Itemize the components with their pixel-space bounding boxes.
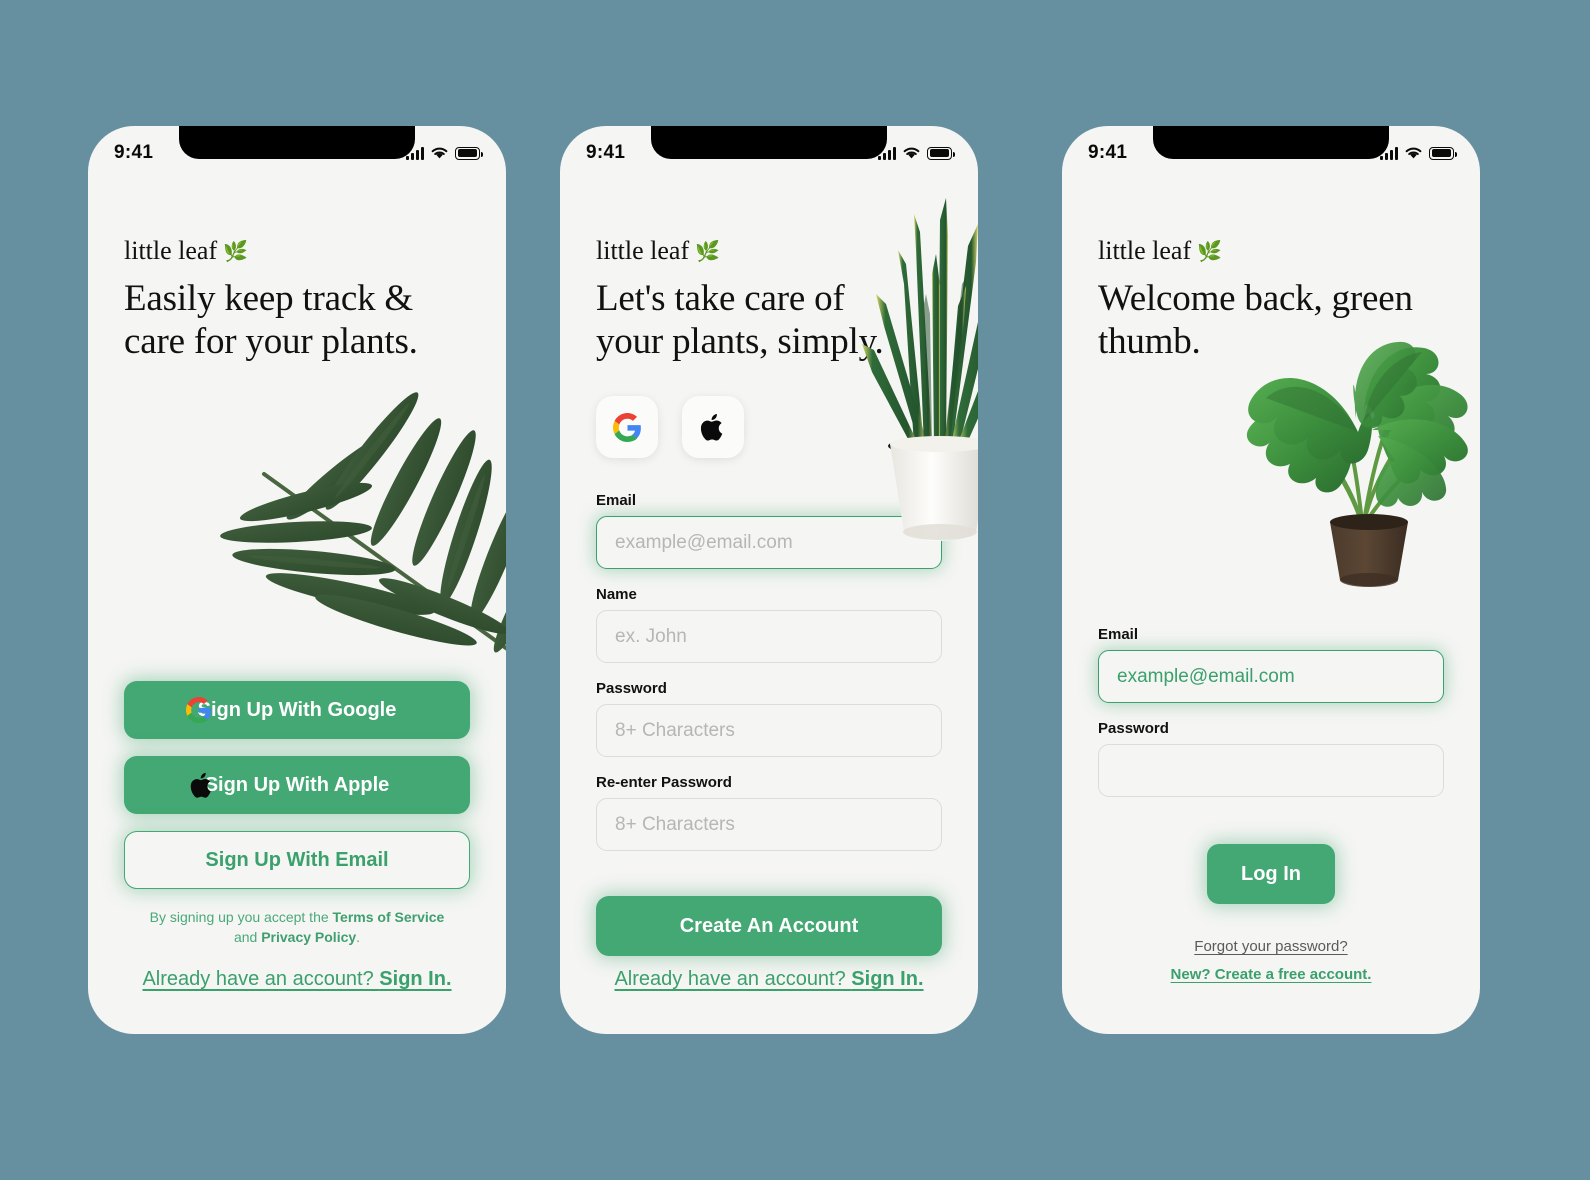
terms-notice: By signing up you accept the Terms of Se… bbox=[148, 908, 446, 948]
phone-signup-landing: 9:41 little leaf 🌿 Easily keep track & c… bbox=[88, 126, 506, 1034]
create-account-button[interactable]: Create An Account bbox=[596, 896, 942, 956]
brand-logo: little leaf 🌿 bbox=[1098, 236, 1222, 266]
reenter-password-label: Re-enter Password bbox=[596, 774, 732, 791]
status-time: 9:41 bbox=[114, 142, 154, 163]
sign-up-apple-label: Sign Up With Apple bbox=[204, 773, 390, 796]
forgot-password-link[interactable]: Forgot your password? bbox=[1098, 938, 1444, 955]
password-label: Password bbox=[1098, 720, 1169, 737]
terms-conjunction: and bbox=[233, 928, 262, 945]
reenter-password-input[interactable]: 8+ Characters bbox=[596, 798, 942, 851]
password-input[interactable] bbox=[1098, 744, 1444, 797]
wifi-icon bbox=[1405, 147, 1422, 159]
name-label: Name bbox=[596, 586, 637, 603]
sign-in-footer-text: Already have an account? bbox=[614, 968, 852, 990]
privacy-policy-link[interactable]: Privacy Policy bbox=[261, 929, 356, 945]
apple-icon bbox=[190, 771, 215, 800]
status-bar: 9:41 bbox=[560, 126, 978, 172]
page-title: Easily keep track & care for your plants… bbox=[124, 278, 418, 362]
status-time: 9:41 bbox=[586, 142, 626, 163]
email-label: Email bbox=[596, 492, 637, 509]
signup-form: Email example@email.com Name ex. John Pa… bbox=[596, 492, 942, 868]
leaf-icon: 🌿 bbox=[695, 240, 721, 263]
create-free-account-link[interactable]: New? Create a free account. bbox=[1098, 966, 1444, 983]
brand-logo: little leaf 🌿 bbox=[124, 236, 248, 266]
sign-up-email-label: Sign Up With Email bbox=[205, 848, 389, 871]
leaf-icon: 🌿 bbox=[1197, 240, 1223, 263]
battery-icon bbox=[455, 146, 483, 160]
password-label: Password bbox=[596, 680, 667, 697]
status-time: 9:41 bbox=[1088, 142, 1128, 163]
leaf-icon: 🌿 bbox=[223, 240, 249, 263]
sign-in-footer-action: Sign In. bbox=[851, 968, 924, 990]
page-title: Let's take care of your plants, simply. bbox=[596, 278, 884, 362]
field-group-password: Password 8+ Characters bbox=[596, 680, 942, 757]
log-in-button[interactable]: Log In bbox=[1207, 844, 1335, 904]
sign-up-email-button[interactable]: Sign Up With Email bbox=[124, 831, 470, 889]
signal-bars-icon bbox=[1380, 146, 1398, 160]
log-in-label: Log In bbox=[1241, 862, 1301, 885]
name-input[interactable]: ex. John bbox=[596, 610, 942, 663]
field-group-name: Name ex. John bbox=[596, 586, 942, 663]
terms-lead: By signing up you accept the bbox=[149, 909, 333, 925]
status-bar: 9:41 bbox=[88, 126, 506, 172]
signup-options: Sign Up With Google Sign Up With Apple S bbox=[124, 681, 470, 889]
field-group-reenter-password: Re-enter Password 8+ Characters bbox=[596, 774, 942, 851]
social-signup-row bbox=[596, 396, 744, 458]
signal-bars-icon bbox=[878, 146, 896, 160]
sign-in-footer-text: Already have an account? bbox=[142, 968, 380, 990]
sign-up-apple-button[interactable]: Sign Up With Apple bbox=[124, 756, 470, 814]
signal-bars-icon bbox=[406, 146, 424, 160]
email-label: Email bbox=[1098, 626, 1139, 643]
sign-up-google-button[interactable]: Sign Up With Google bbox=[124, 681, 470, 739]
wifi-icon bbox=[903, 147, 920, 159]
social-google-button[interactable] bbox=[596, 396, 658, 458]
brand-name: little leaf bbox=[596, 236, 690, 265]
sign-in-footer-action: Sign In. bbox=[379, 968, 452, 990]
sign-in-footer-link[interactable]: Already have an account? Sign In. bbox=[596, 968, 942, 991]
phone-create-account: 9:41 little leaf 🌿 Let's take care of yo… bbox=[560, 126, 978, 1034]
brand-name: little leaf bbox=[124, 236, 218, 265]
apple-icon bbox=[700, 413, 722, 441]
field-group-password: Password bbox=[1098, 720, 1444, 797]
sign-in-footer-link[interactable]: Already have an account? Sign In. bbox=[124, 968, 470, 991]
phone-login: 9:41 little leaf 🌿 Welcome back, green t… bbox=[1062, 126, 1480, 1034]
google-icon bbox=[612, 412, 641, 442]
create-account-label: Create An Account bbox=[679, 914, 859, 937]
page-title: Welcome back, green thumb. bbox=[1098, 278, 1413, 362]
battery-icon bbox=[1429, 146, 1457, 160]
battery-icon bbox=[927, 146, 955, 160]
google-icon bbox=[186, 697, 212, 723]
field-group-email: Email example@email.com bbox=[596, 492, 942, 569]
field-group-email: Email example@email.com bbox=[1098, 626, 1444, 703]
brand-logo: little leaf 🌿 bbox=[596, 236, 720, 266]
email-input[interactable]: example@email.com bbox=[596, 516, 942, 569]
status-bar: 9:41 bbox=[1062, 126, 1480, 172]
terms-trailing: . bbox=[356, 928, 361, 945]
password-input[interactable]: 8+ Characters bbox=[596, 704, 942, 757]
social-apple-button[interactable] bbox=[682, 396, 744, 458]
wifi-icon bbox=[431, 147, 448, 159]
brand-name: little leaf bbox=[1098, 236, 1192, 265]
email-input[interactable]: example@email.com bbox=[1098, 650, 1444, 703]
screens-canvas: 9:41 little leaf 🌿 Easily keep track & c… bbox=[0, 0, 1590, 1180]
sign-up-google-label: Sign Up With Google bbox=[197, 698, 397, 721]
terms-of-service-link[interactable]: Terms of Service bbox=[333, 909, 445, 925]
login-form: Email example@email.com Password bbox=[1098, 626, 1444, 814]
